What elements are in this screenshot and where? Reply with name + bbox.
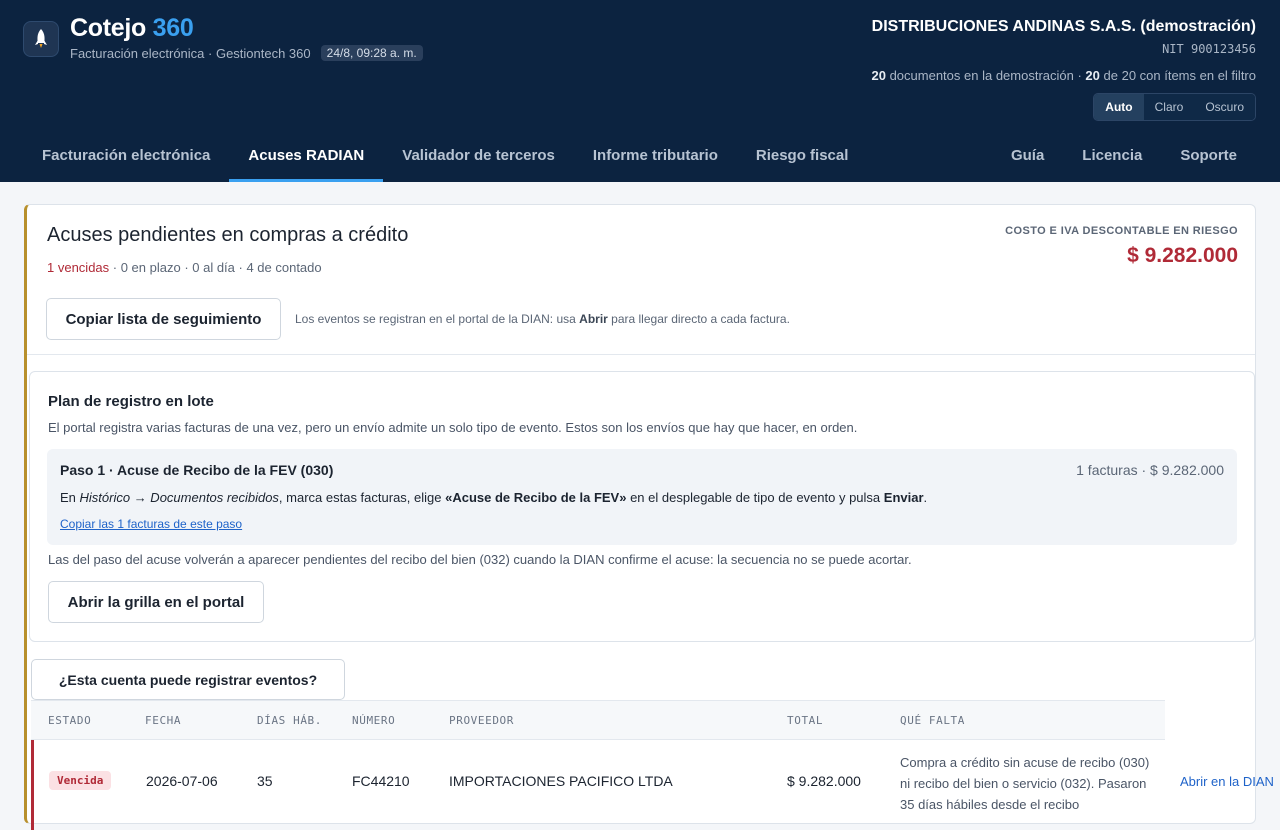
theme-dark-button[interactable]: Oscuro: [1194, 94, 1255, 120]
open-portal-grid-button[interactable]: Abrir la grilla en el portal: [48, 581, 264, 623]
row-date: 2026-07-06: [146, 773, 218, 789]
row-total: $ 9.282.000: [787, 773, 861, 789]
open-in-dian-link[interactable]: Abrir en la DIAN: [1180, 774, 1274, 789]
check-permissions-button[interactable]: ¿Esta cuenta puede registrar eventos?: [31, 659, 345, 700]
app-subtitle: Facturación electrónica · Gestiontech 36…: [70, 45, 423, 61]
tab-guia[interactable]: Guía: [992, 131, 1063, 182]
app-header: Cotejo 360 Facturación electrónica · Ges…: [0, 0, 1280, 182]
tab-licencia[interactable]: Licencia: [1063, 131, 1161, 182]
step-meta: 1 facturas · $ 9.282.000: [1076, 462, 1224, 478]
copy-step-invoices-link[interactable]: Copiar las 1 facturas de este paso: [60, 517, 242, 531]
card-title: Acuses pendientes en compras a crédito: [47, 224, 409, 246]
row-days: 35: [257, 773, 273, 789]
col-estado: ESTADO: [48, 714, 92, 727]
table-row: Vencida 2026-07-06 35 FC44210 IMPORTACIO…: [31, 740, 1274, 830]
col-fecha: FECHA: [145, 714, 182, 727]
app-title: Cotejo 360: [70, 14, 194, 42]
tab-riesgo[interactable]: Riesgo fiscal: [737, 131, 868, 182]
col-que-falta: QUÉ FALTA: [900, 714, 966, 727]
plan-title: Plan de registro en lote: [48, 393, 214, 410]
theme-auto-button[interactable]: Auto: [1094, 94, 1144, 120]
theme-switcher: Auto Claro Oscuro: [1093, 93, 1256, 121]
row-missing: Compra a crédito sin acuse de recibo (03…: [900, 755, 1150, 812]
row-provider: IMPORTACIONES PACIFICO LTDA: [449, 773, 673, 789]
tab-facturacion[interactable]: Facturación electrónica: [23, 131, 229, 182]
rocket-logo-icon: [23, 21, 59, 57]
table-header: ESTADO FECHA DÍAS HÁB. NÚMERO PROVEEDOR …: [31, 700, 1165, 740]
copy-tracking-list-button[interactable]: Copiar lista de seguimiento: [46, 298, 281, 340]
step-title: Paso 1 · Acuse de Recibo de la FEV (030): [60, 462, 334, 478]
tab-acuses-radian[interactable]: Acuses RADIAN: [229, 131, 384, 182]
company-nit: NIT 900123456: [1162, 42, 1256, 56]
row-number: FC44210: [352, 773, 410, 789]
col-numero: NÚMERO: [352, 714, 396, 727]
portal-hint: Los eventos se registran en el portal de…: [295, 312, 790, 326]
status-badge: Vencida: [49, 771, 112, 790]
pending-acks-card: Acuses pendientes en compras a crédito 1…: [24, 204, 1274, 830]
theme-light-button[interactable]: Claro: [1143, 94, 1195, 120]
tab-validador[interactable]: Validador de terceros: [383, 131, 574, 182]
risk-label: COSTO E IVA DESCONTABLE EN RIESGO: [1005, 225, 1238, 237]
pending-table: ESTADO FECHA DÍAS HÁB. NÚMERO PROVEEDOR …: [31, 700, 1274, 830]
status-counts: 1 vencidas · 0 en plazo · 0 al día · 4 d…: [47, 260, 322, 275]
tab-informe[interactable]: Informe tributario: [574, 131, 737, 182]
col-dias: DÍAS HÁB.: [257, 714, 323, 727]
company-name: DISTRIBUCIONES ANDINAS S.A.S. (demostrac…: [871, 18, 1256, 35]
batch-plan: Plan de registro en lote El portal regis…: [29, 371, 1255, 642]
main-nav: Facturación electrónica Acuses RADIAN Va…: [23, 131, 1256, 182]
timestamp-badge: 24/8, 09:28 a. m.: [320, 45, 423, 61]
divider: [27, 354, 1255, 355]
risk-value: $ 9.282.000: [1127, 244, 1238, 267]
col-proveedor: PROVEEDOR: [449, 714, 515, 727]
tab-soporte[interactable]: Soporte: [1161, 131, 1256, 182]
step-instructions: En Histórico → Documentos recibidos, mar…: [60, 490, 928, 505]
plan-note: Las del paso del acuse volverán a aparec…: [48, 552, 912, 567]
col-total: TOTAL: [787, 714, 824, 727]
plan-step: Paso 1 · Acuse de Recibo de la FEV (030)…: [47, 449, 1237, 545]
plan-description: El portal registra varias facturas de un…: [48, 420, 858, 435]
document-count: 20 documentos en la demostración · 20 de…: [871, 68, 1256, 83]
